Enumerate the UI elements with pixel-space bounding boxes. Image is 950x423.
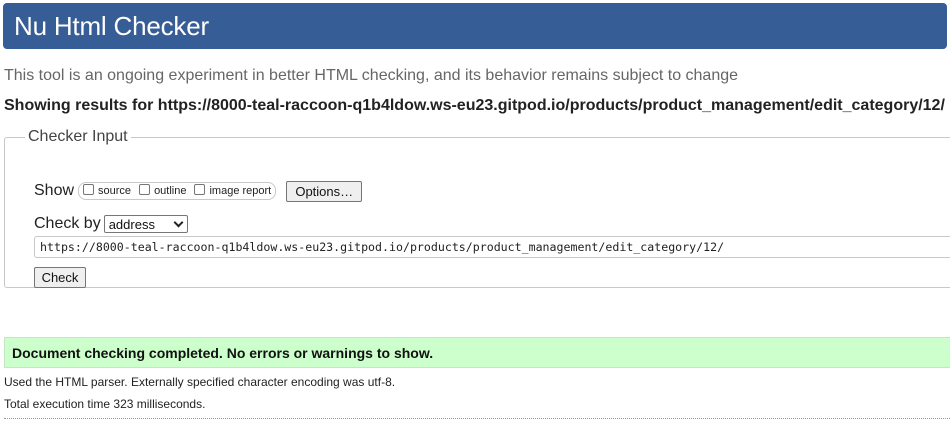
check-button[interactable]: Check <box>34 267 86 288</box>
options-button[interactable]: Options… <box>286 180 363 202</box>
page-header: Nu Html Checker <box>3 3 947 49</box>
parser-info: Used the HTML parser. Externally specifi… <box>4 375 396 389</box>
checker-input-legend: Checker Input <box>28 128 128 145</box>
show-outline-option[interactable]: outline <box>139 183 187 197</box>
check-by-label: Check by <box>34 215 101 232</box>
divider <box>4 418 950 419</box>
check-by-row: Check by address <box>34 213 188 235</box>
image-report-option-label: image report <box>209 185 272 197</box>
outline-option-label: outline <box>154 185 187 197</box>
show-label: Show <box>34 182 75 199</box>
check-by-select[interactable]: address <box>103 215 188 233</box>
success-message: Document checking completed. No errors o… <box>4 337 950 368</box>
execution-time-info: Total execution time 323 milliseconds. <box>4 397 206 411</box>
check-by-selected-value: address <box>108 216 155 232</box>
chevron-down-icon <box>173 217 184 227</box>
source-option-label: source <box>98 185 132 197</box>
image-report-checkbox[interactable] <box>194 183 206 195</box>
outline-checkbox[interactable] <box>139 183 151 195</box>
show-source-option[interactable]: source <box>83 183 132 197</box>
checker-input-fieldset: Checker Input Show source outline image … <box>4 128 950 288</box>
show-options-row: Show source outline image report Options… <box>34 179 363 203</box>
show-options-group: source outline image report <box>78 182 277 200</box>
show-image-report-option[interactable]: image report <box>194 183 272 197</box>
source-checkbox[interactable] <box>83 183 95 195</box>
results-for-heading: Showing results for https://8000-teal-ra… <box>4 97 945 114</box>
page-title: Nu Html Checker <box>14 11 209 41</box>
url-input[interactable]: https://8000-teal-raccoon-q1b4ldow.ws-eu… <box>34 236 950 258</box>
tool-description: This tool is an ongoing experiment in be… <box>4 67 739 84</box>
